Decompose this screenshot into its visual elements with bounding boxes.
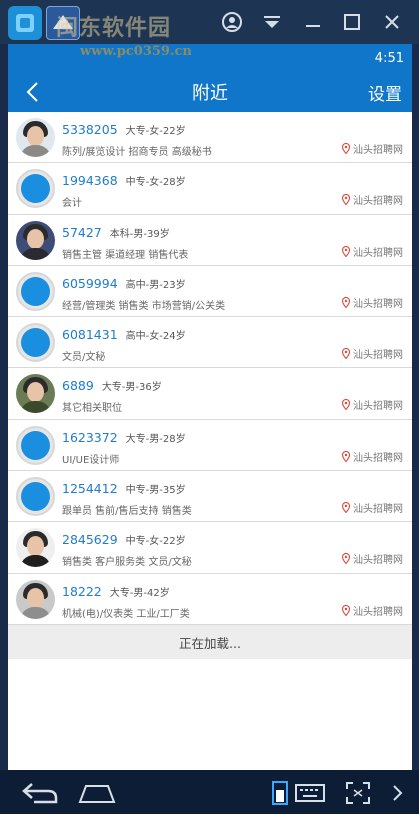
avatar: [16, 323, 55, 363]
candidate-meta: 中专-女-28岁: [125, 177, 186, 189]
avatar: [16, 169, 55, 209]
candidate-tags: 文员/文秘: [62, 352, 106, 364]
location-pin-icon: [342, 502, 350, 514]
settings-button[interactable]: 设置: [368, 80, 402, 105]
candidate-id[interactable]: 18222 大专-男-42岁: [62, 584, 170, 599]
location-pin-icon: [342, 194, 350, 206]
source-label: 汕头招聘网: [342, 603, 403, 618]
loading-indicator: 正在加载...: [8, 625, 412, 659]
candidate-id[interactable]: 5338205 大专-女-22岁: [62, 122, 186, 137]
avatar: [16, 579, 55, 619]
candidate-id[interactable]: 1254412 中专-男-35岁: [62, 481, 186, 496]
page-title: 附近: [192, 83, 228, 104]
list-item[interactable]: 1623372 大专-男-28岁 UI/UE设计师 汕头招聘网: [8, 420, 412, 472]
avatar: [16, 528, 55, 568]
home-nav-icon[interactable]: [78, 780, 116, 810]
candidate-id[interactable]: 6059994 高中-男-23岁: [62, 276, 186, 291]
candidate-meta: 中专-男-35岁: [125, 485, 186, 497]
list-item[interactable]: 5338205 大专-女-22岁陈列/展览设计 招商专员 高级秘书 汕头招聘网: [8, 112, 412, 164]
candidate-tags: 会计: [62, 198, 82, 210]
chevron-right-icon[interactable]: [390, 780, 406, 810]
account-icon[interactable]: [220, 10, 244, 34]
candidate-tags: 销售主管 渠道经理 销售代表: [62, 249, 189, 261]
nearby-list: 5338205 大专-女-22岁 陈列/展览设计 招商专员 高级秘书 汕头招聘网 199…: [8, 112, 412, 625]
screen-toggle-icon[interactable]: [270, 780, 290, 810]
watermark-url: www.pc0359.cn: [80, 44, 192, 59]
avatar: [16, 271, 55, 311]
location-pin-icon: [342, 450, 350, 462]
candidate-meta: 高中-男-23岁: [125, 279, 186, 291]
candidate-id[interactable]: 1623372 大专-男-28岁: [62, 430, 186, 445]
emulator-nav-bar: [0, 770, 419, 814]
candidate-tags: UI/UE设计师: [62, 454, 120, 466]
list-item[interactable]: 57427 本科-男-39岁销售主管 渠道经理 销售代表 汕头招聘网: [8, 215, 412, 266]
candidate-meta: 大专-男-36岁: [101, 382, 162, 394]
candidate-tags: 跟单员 售前/售后支持 销售类: [62, 506, 192, 518]
avatar: [16, 118, 55, 157]
app-screen: 4:51 附近 设置 5338205 大专-女-22岁陈列/展览设计 招商专员 高…: [8, 44, 412, 770]
candidate-meta: 大专-男-28岁: [125, 433, 186, 445]
avatar: [16, 220, 55, 260]
status-bar: 4:51: [8, 44, 412, 72]
fullscreen-icon[interactable]: [344, 780, 372, 810]
location-pin-icon: [342, 143, 350, 154]
close-icon[interactable]: [380, 10, 404, 34]
candidate-tags: 销售类 客户服务类 文员/文秘: [62, 557, 192, 569]
maximize-icon[interactable]: [340, 10, 364, 34]
candidate-tags: 经营/管理类 销售类 市场营销/公关类: [62, 300, 226, 312]
source-label: 汕头招聘网: [342, 449, 403, 464]
location-pin-icon: [342, 553, 350, 565]
location-pin-icon: [342, 296, 350, 308]
source-label: 汕头招聘网: [342, 192, 403, 207]
location-pin-icon: [342, 348, 350, 360]
bluestacks-logo-icon[interactable]: [8, 6, 42, 40]
candidate-id[interactable]: 2845629 中专-女-22岁: [62, 532, 186, 547]
keyboard-icon[interactable]: [294, 780, 326, 810]
list-item[interactable]: 6889 大专-男-36岁 其它相关职位 汕头招聘网: [8, 368, 412, 420]
list-item[interactable]: 1254412 中专-男-35岁 跟单员 售前/售后支持 销售类 汕头招聘网: [8, 471, 412, 523]
source-label: 汕头招聘网: [342, 397, 403, 412]
list-item[interactable]: 18222 大专-男-42岁机械(电)/仪表类 工业/工厂类 汕头招聘网: [8, 574, 412, 625]
location-pin-icon: [342, 399, 350, 411]
back-nav-icon[interactable]: [20, 780, 60, 810]
candidate-tags: 机械(电)/仪表类 工业/工厂类: [62, 608, 190, 620]
avatar: [16, 477, 55, 517]
candidate-id[interactable]: 1994368 中专-女-28岁: [62, 173, 186, 188]
candidate-meta: 大专-女-22岁: [125, 126, 186, 137]
list-item[interactable]: 2845629 中专-女-22岁 销售类 客户服务类 文员/文秘 汕头招聘网: [8, 522, 412, 574]
minimize-icon[interactable]: [301, 10, 325, 34]
candidate-meta: 中专-女-22岁: [125, 536, 186, 548]
candidate-meta: 大专-男-42岁: [109, 587, 170, 599]
avatar: [16, 374, 55, 414]
candidate-id[interactable]: 6889 大专-男-36岁: [62, 378, 162, 393]
candidate-id[interactable]: 57427 本科-男-39岁: [62, 225, 170, 240]
source-label: 汕头招聘网: [342, 346, 403, 361]
avatar: [16, 425, 55, 465]
back-arrow-icon[interactable]: [22, 80, 46, 104]
status-time: 4:51: [374, 50, 404, 66]
app-header: 附近 设置: [8, 72, 412, 112]
source-label: 汕头招聘网: [342, 295, 403, 310]
dropdown-menu-icon[interactable]: [260, 10, 284, 34]
location-pin-icon: [342, 245, 350, 257]
candidate-meta: 本科-男-39岁: [109, 228, 170, 240]
list-item[interactable]: 6059994 高中-男-23岁经营/管理类 销售类 市场营销/公关类 汕头招聘网: [8, 266, 412, 318]
list-item[interactable]: 1994368 中专-女-28岁 会计 汕头招聘网: [8, 163, 412, 215]
source-label: 汕头招聘网: [342, 500, 403, 515]
candidate-id[interactable]: 6081431 高中-女-24岁: [62, 327, 186, 342]
source-label: 汕头招聘网: [342, 244, 403, 259]
source-label: 汕头招聘网: [342, 551, 403, 566]
watermark-text: 闽东软件园: [56, 15, 172, 41]
candidate-meta: 高中-女-24岁: [125, 331, 186, 343]
location-pin-icon: [342, 604, 350, 616]
candidate-tags: 陈列/展览设计 招商专员 高级秘书: [62, 147, 212, 158]
source-label: 汕头招聘网: [342, 141, 403, 156]
candidate-tags: 其它相关职位: [62, 403, 122, 415]
list-item[interactable]: 6081431 高中-女-24岁 文员/文秘 汕头招聘网: [8, 317, 412, 369]
emulator-title-bar: 闽东软件园: [0, 0, 419, 44]
